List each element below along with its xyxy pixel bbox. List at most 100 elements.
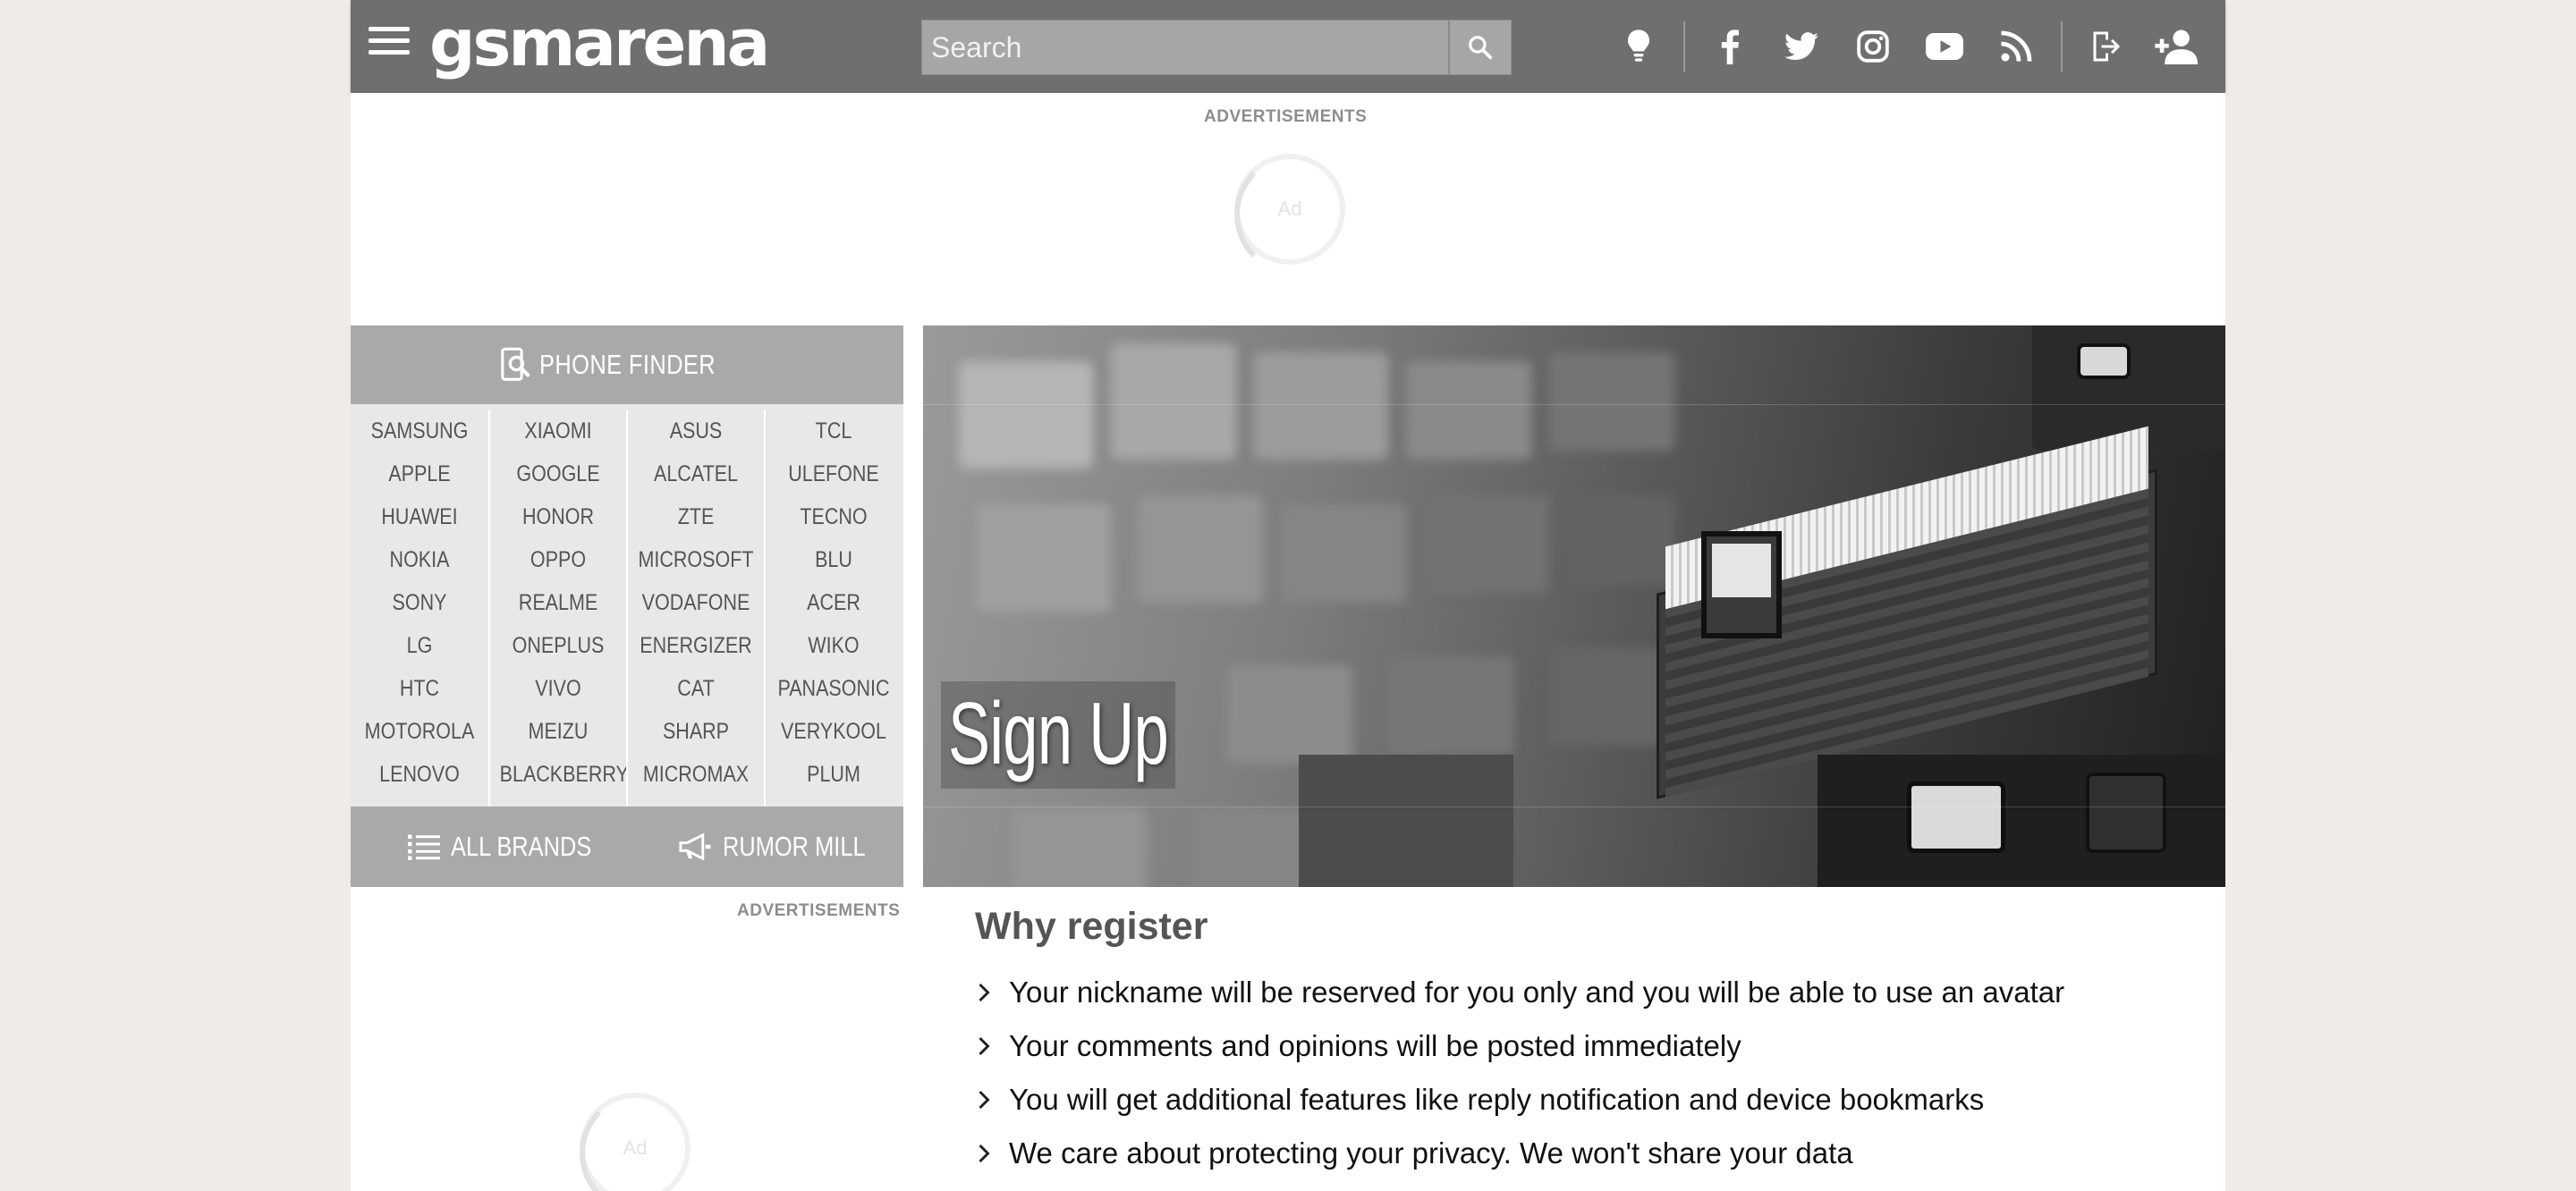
chevron-right-icon <box>977 1143 996 1164</box>
hero-divider <box>923 404 2225 405</box>
brand-column: XIAOMI GOOGLE HONOR OPPO REALME ONEPLUS … <box>488 410 629 1125</box>
add-user-icon[interactable] <box>2150 20 2204 73</box>
rss-icon[interactable] <box>1989 20 2043 73</box>
reason-item: Your comments and opinions will be poste… <box>977 1021 1741 1071</box>
brand-link[interactable]: SHARP <box>638 710 755 753</box>
brand-link[interactable]: HUAWEI <box>360 495 479 538</box>
brand-link[interactable]: GOOGLE <box>500 452 617 495</box>
brand-link[interactable]: PLUM <box>775 753 893 796</box>
hero-decor <box>1549 352 1674 451</box>
brand-link[interactable]: ENERGIZER <box>638 624 755 667</box>
brand-link[interactable]: VODAFONE <box>638 581 755 624</box>
list-icon <box>408 834 440 860</box>
brand-link[interactable]: WIKO <box>775 624 893 667</box>
reason-text: We care about protecting your privacy. W… <box>1009 1136 1853 1170</box>
ad-placeholder-side: Ad <box>580 1093 691 1191</box>
twitter-icon[interactable] <box>1775 20 1828 73</box>
header-divider <box>2061 21 2063 72</box>
brand-link[interactable]: VERYKOOL <box>775 710 893 753</box>
brand-link[interactable]: ALCATEL <box>638 452 755 495</box>
search-input[interactable] <box>922 21 1446 74</box>
brand-link[interactable]: MICROSOFT <box>638 538 755 581</box>
logo-text: GSMArena <box>429 5 770 80</box>
lightbulb-icon[interactable] <box>1612 20 1665 73</box>
brand-grid: SAMSUNG APPLE HUAWEI NOKIA SONY LG HTC M… <box>351 410 903 1127</box>
brand-link[interactable]: LG <box>360 624 479 667</box>
brand-link[interactable]: ACER <box>775 581 893 624</box>
brand-link[interactable]: CAT <box>638 667 755 710</box>
hero-decor <box>1111 343 1236 460</box>
login-icon[interactable] <box>2079 20 2132 73</box>
brand-link[interactable]: REALME <box>500 581 617 624</box>
hero-decor <box>1406 361 1531 460</box>
chevron-right-icon <box>977 982 996 1003</box>
hero-decor <box>1013 808 1147 887</box>
brand-link[interactable]: OPPO <box>500 538 617 581</box>
brand-link[interactable]: TCL <box>775 410 893 452</box>
reason-item: Your nickname will be reserved for you o… <box>977 967 2064 1018</box>
hero-decor <box>1254 352 1388 460</box>
hero-decor <box>1281 504 1406 603</box>
brand-link[interactable]: NOKIA <box>360 538 479 581</box>
brand-link[interactable]: ASUS <box>638 410 755 452</box>
brand-link[interactable]: MEIZU <box>500 710 617 753</box>
phone-finder-icon <box>501 347 530 381</box>
phone-finder-title: PHONE FINDER <box>538 349 716 380</box>
brand-link[interactable]: MICROMAX <box>638 753 755 796</box>
menu-icon[interactable] <box>369 27 410 64</box>
brand-link[interactable]: PANASONIC <box>775 667 893 710</box>
brand-link[interactable]: HTC <box>360 667 479 710</box>
hero-decor <box>1549 647 1665 746</box>
reason-text: You will get additional features like re… <box>1009 1083 1985 1116</box>
brand-link[interactable]: TECNO <box>775 495 893 538</box>
search-box <box>921 20 1512 75</box>
brand-link[interactable]: ONEPLUS <box>500 624 617 667</box>
brand-link[interactable]: ZTE <box>638 495 755 538</box>
ad-label-top: ADVERTISEMENTS <box>1204 107 1368 126</box>
hero-decor <box>1388 656 1513 755</box>
brand-link[interactable]: LENOVO <box>360 753 479 796</box>
reason-item: You will get additional features like re… <box>977 1075 1984 1125</box>
hero-decor <box>977 504 1111 612</box>
all-brands-label: ALL BRANDS <box>451 831 592 862</box>
hero-decor <box>1227 665 1352 764</box>
rumor-mill-button[interactable]: RUMOR MILL <box>678 807 897 887</box>
facebook-icon[interactable] <box>1703 20 1757 73</box>
section-heading: Why register <box>975 905 1208 948</box>
megaphone-icon <box>679 833 711 860</box>
brand-column: TCL ULEFONE TECNO BLU ACER WIKO PANASONI… <box>764 410 902 1125</box>
brand-link[interactable]: HONOR <box>500 495 617 538</box>
brand-link[interactable]: SONY <box>360 581 479 624</box>
search-icon <box>1469 36 1493 60</box>
brand-link[interactable]: APPLE <box>360 452 479 495</box>
ad-placeholder-top: Ad <box>1234 154 1345 275</box>
ad-placeholder-text: Ad <box>1277 198 1302 220</box>
brand-link[interactable]: XIAOMI <box>500 410 617 452</box>
site-logo[interactable]: GSMArena <box>429 5 770 80</box>
search-button[interactable] <box>1448 21 1511 74</box>
hero-decor <box>1712 544 1771 597</box>
phone-finder-header[interactable]: PHONE FINDER <box>351 325 903 404</box>
brand-column: ASUS ALCATEL ZTE MICROSOFT VODAFONE ENER… <box>626 410 764 1125</box>
chevron-right-icon <box>977 1035 996 1057</box>
hero-decor <box>2077 343 2131 379</box>
hero-decor <box>1567 495 1674 585</box>
header-divider <box>1683 21 1685 72</box>
site-header: GSMArena <box>351 0 2225 93</box>
rumor-mill-label: RUMOR MILL <box>723 831 866 862</box>
youtube-icon[interactable] <box>1918 20 1971 73</box>
hero-decor <box>2086 773 2166 853</box>
ad-placeholder-text: Ad <box>623 1136 648 1159</box>
brand-link[interactable]: ULEFONE <box>775 452 893 495</box>
brand-link[interactable]: MOTOROLA <box>360 710 479 753</box>
all-brands-button[interactable]: ALL BRANDS <box>408 807 623 887</box>
why-register-section: Why register Your nickname will be reser… <box>923 887 2225 1191</box>
brand-link[interactable]: BLU <box>775 538 893 581</box>
signup-hero: Sign Up <box>923 325 2225 887</box>
brand-link[interactable]: VIVO <box>500 667 617 710</box>
hero-decor <box>1299 755 1513 887</box>
brand-link[interactable]: BLACKBERRY <box>500 753 629 796</box>
reason-text: Your nickname will be reserved for you o… <box>1009 976 2065 1009</box>
instagram-icon[interactable] <box>1846 20 1900 73</box>
brand-link[interactable]: SAMSUNG <box>360 410 479 452</box>
